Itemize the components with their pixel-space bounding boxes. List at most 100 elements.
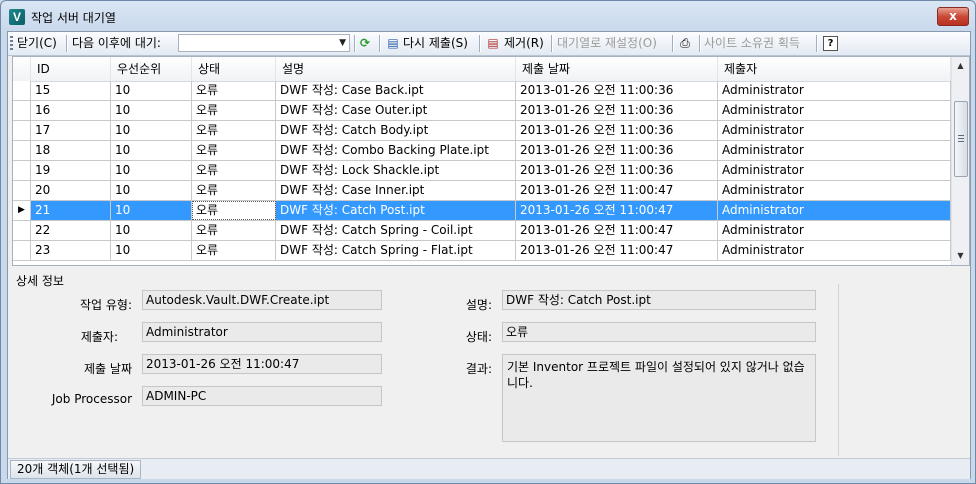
wait-until-dropdown[interactable]: ▼ (178, 34, 350, 52)
cell-submitter[interactable]: Administrator (718, 141, 951, 160)
chevron-down-icon[interactable]: ▼ (339, 36, 346, 50)
row-header[interactable] (13, 221, 31, 240)
cell-submit-date[interactable]: 2013-01-26 오전 11:00:36 (516, 121, 718, 140)
cell-id[interactable]: 17 (31, 121, 111, 140)
printer-icon[interactable]: ⎙ (677, 35, 693, 51)
cell-id[interactable]: 20 (31, 181, 111, 200)
row-header[interactable] (13, 81, 31, 100)
refresh-icon[interactable]: ⟳ (357, 35, 373, 51)
column-header-submitter[interactable]: 제출자 (718, 57, 951, 81)
cell-submit-date[interactable]: 2013-01-26 오전 11:00:47 (516, 201, 718, 220)
cell-priority[interactable]: 10 (111, 161, 192, 180)
cell-submit-date[interactable]: 2013-01-26 오전 11:00:36 (516, 101, 718, 120)
cell-submit-date[interactable]: 2013-01-26 오전 11:00:47 (516, 181, 718, 200)
cell-submitter[interactable]: Administrator (718, 221, 951, 240)
cell-status[interactable]: 오류 (192, 81, 276, 100)
cell-priority[interactable]: 10 (111, 221, 192, 240)
row-header[interactable] (13, 101, 31, 120)
cell-status[interactable]: 오류 (192, 181, 276, 200)
table-row[interactable]: 19 10 오류 DWF 작성: Lock Shackle.ipt 2013-01-26… (13, 161, 951, 181)
submit-date-field[interactable]: 2013-01-26 오전 11:00:47 (142, 354, 382, 374)
cell-submit-date[interactable]: 2013-01-26 오전 11:00:36 (516, 81, 718, 100)
table-row[interactable]: 20 10 오류 DWF 작성: Case Inner.ipt 2013-01-26 오… (13, 181, 951, 201)
cell-description[interactable]: DWF 작성: Combo Backing Plate.ipt (276, 141, 516, 160)
column-header-status[interactable]: 상태 (192, 57, 276, 81)
toolbar-grip-icon[interactable] (10, 36, 13, 51)
help-icon[interactable]: ? (823, 36, 838, 51)
cell-priority[interactable]: 10 (111, 81, 192, 100)
row-header[interactable] (13, 121, 31, 140)
reset-to-queue-button[interactable]: 대기열로 재설정(O) (557, 35, 657, 52)
job-processor-field[interactable]: ADMIN-PC (142, 386, 382, 406)
close-window-button[interactable]: x (937, 7, 969, 26)
column-header-priority[interactable]: 우선순위 (111, 57, 192, 81)
title-bar[interactable]: V 작업 서버 대기열 x (1, 1, 975, 29)
result-field[interactable]: 기본 Inventor 프로젝트 파일이 설정되어 있지 않거나 없습니다. (502, 354, 816, 442)
column-header-description[interactable]: 설명 (276, 57, 516, 81)
cell-status[interactable]: 오류 (192, 101, 276, 120)
table-row[interactable]: 16 10 오류 DWF 작성: Case Outer.ipt 2013-01-26 오… (13, 101, 951, 121)
cell-description[interactable]: DWF 작성: Case Back.ipt (276, 81, 516, 100)
cell-status[interactable]: 오류 (192, 141, 276, 160)
close-button[interactable]: 닫기(C) (17, 35, 57, 52)
cell-priority[interactable]: 10 (111, 121, 192, 140)
table-row[interactable]: ▶ 21 10 오류 DWF 작성: Catch Post.ipt 2013-01-26 … (13, 201, 951, 221)
cell-priority[interactable]: 10 (111, 101, 192, 120)
column-header-submit-date[interactable]: 제출 날짜 (516, 57, 718, 81)
description-field[interactable]: DWF 작성: Catch Post.ipt (502, 290, 816, 310)
table-row[interactable]: 15 10 오류 DWF 작성: Case Back.ipt 2013-01-26 오전… (13, 81, 951, 101)
cell-priority[interactable]: 10 (111, 201, 192, 220)
cell-description[interactable]: DWF 작성: Case Inner.ipt (276, 181, 516, 200)
status-field[interactable]: 오류 (502, 322, 816, 342)
cell-submit-date[interactable]: 2013-01-26 오전 11:00:47 (516, 221, 718, 240)
cell-id[interactable]: 22 (31, 221, 111, 240)
cell-submit-date[interactable]: 2013-01-26 오전 11:00:36 (516, 161, 718, 180)
scroll-down-icon[interactable]: ▼ (952, 247, 969, 264)
scrollbar-thumb[interactable] (954, 101, 968, 177)
cell-id[interactable]: 16 (31, 101, 111, 120)
table-row[interactable]: 18 10 오류 DWF 작성: Combo Backing Plate.ipt 201… (13, 141, 951, 161)
resubmit-button[interactable]: 다시 제출(S) (403, 35, 468, 52)
cell-priority[interactable]: 10 (111, 181, 192, 200)
cell-submitter[interactable]: Administrator (718, 241, 951, 260)
cell-submitter[interactable]: Administrator (718, 81, 951, 100)
cell-status[interactable]: 오류 (192, 201, 276, 220)
cell-submitter[interactable]: Administrator (718, 201, 951, 220)
cell-submit-date[interactable]: 2013-01-26 오전 11:00:36 (516, 141, 718, 160)
cell-id[interactable]: 21 (31, 201, 111, 220)
cell-description[interactable]: DWF 작성: Catch Post.ipt (276, 201, 516, 220)
reclaim-site-ownership-button[interactable]: 사이트 소유권 획득 (704, 35, 800, 52)
cell-status[interactable]: 오류 (192, 161, 276, 180)
row-header[interactable] (13, 161, 31, 180)
cell-description[interactable]: DWF 작성: Case Outer.ipt (276, 101, 516, 120)
cell-status[interactable]: 오류 (192, 121, 276, 140)
row-header[interactable] (13, 141, 31, 160)
table-row[interactable]: 23 10 오류 DWF 작성: Catch Spring - Flat.ipt 201… (13, 241, 951, 261)
table-row[interactable]: 17 10 오류 DWF 작성: Catch Body.ipt 2013-01-26 오… (13, 121, 951, 141)
cell-submit-date[interactable]: 2013-01-26 오전 11:00:47 (516, 241, 718, 260)
cell-priority[interactable]: 10 (111, 141, 192, 160)
job-type-field[interactable]: Autodesk.Vault.DWF.Create.ipt (142, 290, 382, 310)
cell-description[interactable]: DWF 작성: Lock Shackle.ipt (276, 161, 516, 180)
table-row[interactable]: 22 10 오류 DWF 작성: Catch Spring - Coil.ipt 201… (13, 221, 951, 241)
cell-description[interactable]: DWF 작성: Catch Body.ipt (276, 121, 516, 140)
scroll-up-icon[interactable]: ▲ (952, 57, 969, 74)
row-header[interactable] (13, 241, 31, 260)
cell-priority[interactable]: 10 (111, 241, 192, 260)
cell-status[interactable]: 오류 (192, 221, 276, 240)
column-header-id[interactable]: ID (31, 57, 111, 81)
submitter-field[interactable]: Administrator (142, 322, 382, 342)
cell-id[interactable]: 19 (31, 161, 111, 180)
cell-description[interactable]: DWF 작성: Catch Spring - Flat.ipt (276, 241, 516, 260)
cell-status[interactable]: 오류 (192, 241, 276, 260)
cell-id[interactable]: 18 (31, 141, 111, 160)
cell-description[interactable]: DWF 작성: Catch Spring - Coil.ipt (276, 221, 516, 240)
cell-id[interactable]: 15 (31, 81, 111, 100)
cell-submitter[interactable]: Administrator (718, 161, 951, 180)
grid-vertical-scrollbar[interactable]: ▲ ▼ (951, 57, 969, 265)
row-header[interactable] (13, 181, 31, 200)
current-row-arrow-icon[interactable]: ▶ (13, 201, 31, 220)
remove-button[interactable]: 제거(R) (504, 35, 544, 52)
cell-id[interactable]: 23 (31, 241, 111, 260)
cell-submitter[interactable]: Administrator (718, 101, 951, 120)
